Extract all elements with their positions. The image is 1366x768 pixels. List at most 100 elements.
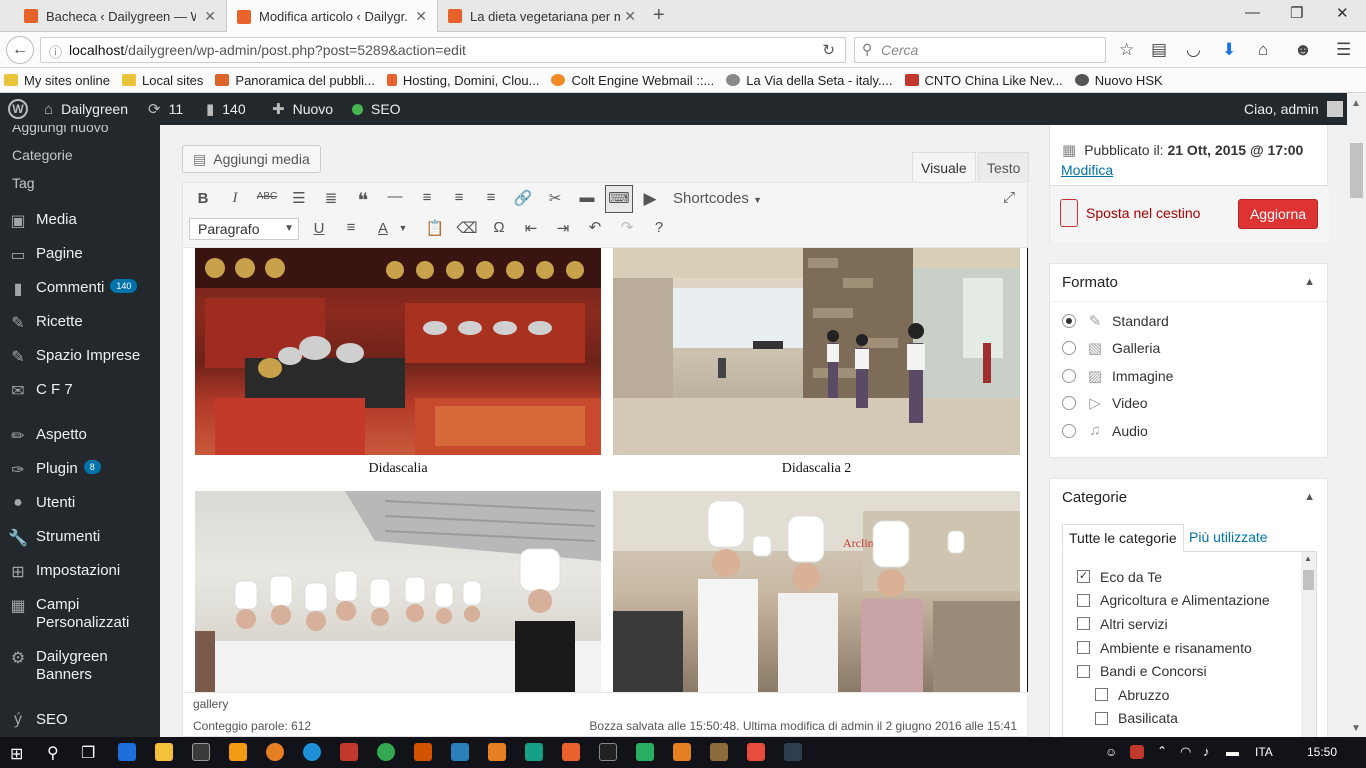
- blockquote-button[interactable]: ❝: [351, 188, 375, 213]
- outdent-icon[interactable]: ⇤: [519, 219, 543, 237]
- clear-format-icon[interactable]: ⌫: [455, 219, 479, 237]
- radio-button[interactable]: [1062, 368, 1076, 383]
- back-button[interactable]: ←: [6, 36, 34, 64]
- radio-button[interactable]: [1062, 313, 1076, 328]
- submenu-add-new[interactable]: Aggiungi nuovo: [0, 125, 160, 141]
- browser-tab[interactable]: Bacheca ‹ Dailygreen — W... ✕: [14, 0, 226, 32]
- checkbox-checked[interactable]: ✓: [1077, 570, 1090, 584]
- url-bar[interactable]: ⓘ localhost/dailygreen/wp-admin/post.php…: [40, 37, 846, 63]
- home-icon[interactable]: ⌂: [1258, 40, 1268, 60]
- app-icon[interactable]: [710, 743, 728, 761]
- bookmark-star-icon[interactable]: ☆: [1119, 40, 1134, 60]
- sidebar-item-banners[interactable]: ⚙ Dailygreen Banners: [0, 648, 160, 684]
- justify-button[interactable]: ≡: [339, 219, 363, 236]
- sidebar-item-recipes[interactable]: ✎ Ricette: [0, 313, 160, 333]
- collapse-icon[interactable]: ▲: [1304, 491, 1315, 503]
- pocket-icon[interactable]: ◡: [1186, 40, 1201, 60]
- checkbox[interactable]: [1095, 688, 1108, 702]
- unlink-icon[interactable]: ✂: [543, 189, 567, 207]
- update-button[interactable]: Aggiorna: [1238, 199, 1318, 229]
- radio-button[interactable]: [1062, 423, 1076, 438]
- chevron-down-icon[interactable]: ▼: [391, 223, 415, 233]
- sidebar-item-tools[interactable]: 🔧 Strumenti: [0, 528, 160, 548]
- italic-button[interactable]: I: [223, 190, 247, 207]
- gallery-image-lobby[interactable]: [613, 248, 1020, 455]
- numbered-list-button[interactable]: ≣: [319, 189, 343, 207]
- paragraph-format-select[interactable]: Paragrafo ▼: [189, 218, 299, 240]
- maximize-icon[interactable]: ❐: [1290, 4, 1303, 22]
- image-caption[interactable]: Didascalia 2: [613, 461, 1020, 477]
- redo-icon[interactable]: ↷: [615, 218, 639, 236]
- user-account-link[interactable]: Ciao, admin: [1244, 93, 1343, 125]
- format-option-gallery[interactable]: ▧ Galleria: [1050, 335, 1327, 363]
- new-tab-button[interactable]: +: [653, 4, 665, 27]
- seo-link[interactable]: SEO: [352, 93, 401, 125]
- bookmark[interactable]: CNTO China Like Nev...: [904, 73, 1063, 88]
- sidebar-item-settings[interactable]: ⊞ Impostazioni: [0, 562, 160, 582]
- sidebar-item-appearance[interactable]: ✏ Aspetto: [0, 426, 160, 446]
- app-icon[interactable]: [451, 743, 469, 761]
- app-icon[interactable]: [747, 743, 765, 761]
- notifications-icon[interactable]: ▬: [1226, 744, 1239, 759]
- horizontal-line-button[interactable]: —: [383, 188, 407, 205]
- category-item[interactable]: Abruzzo: [1077, 683, 1316, 707]
- toolbar-toggle-button[interactable]: ⌨: [605, 185, 633, 213]
- category-scrollbar[interactable]: ▲: [1301, 552, 1316, 737]
- chrome-icon[interactable]: [377, 743, 395, 761]
- app-icon[interactable]: [673, 743, 691, 761]
- image-caption[interactable]: Didascalia: [195, 461, 601, 477]
- add-media-button[interactable]: ▤ Aggiungi media: [182, 145, 321, 173]
- clock[interactable]: 15:50: [1307, 745, 1337, 759]
- categories-box-header[interactable]: Categorie ▲: [1050, 479, 1327, 516]
- special-char-icon[interactable]: Ω: [487, 219, 511, 236]
- link-icon[interactable]: 🔗: [511, 189, 535, 207]
- checkbox[interactable]: [1077, 617, 1090, 631]
- tab-visual[interactable]: Visuale: [912, 152, 976, 182]
- page-scrollbar[interactable]: ▲ ▼: [1347, 93, 1366, 737]
- editor-content[interactable]: Didascalia Didascalia 2 Arcline: [182, 248, 1028, 692]
- element-path[interactable]: gallery: [193, 697, 228, 711]
- sidebar-item-media[interactable]: ▣ Media: [0, 211, 160, 231]
- close-tab-icon[interactable]: ✕: [204, 8, 216, 25]
- bookmark[interactable]: Hosting, Domini, Clou...: [386, 73, 539, 88]
- gallery-image-chefs[interactable]: Arcline: [613, 491, 1020, 692]
- bookmark[interactable]: Local sites: [121, 73, 203, 88]
- search-icon[interactable]: ⚲: [47, 743, 59, 763]
- minimize-icon[interactable]: —: [1245, 4, 1260, 21]
- format-box-header[interactable]: Formato ▲: [1050, 264, 1327, 302]
- close-tab-icon[interactable]: ✕: [415, 8, 427, 25]
- underline-button[interactable]: U: [307, 220, 331, 237]
- download-icon[interactable]: ⬇: [1222, 40, 1236, 60]
- bold-button[interactable]: B: [191, 190, 215, 207]
- scroll-thumb[interactable]: [1350, 143, 1363, 198]
- sidebar-item-seo[interactable]: ý SEO: [0, 711, 160, 729]
- media-player-icon[interactable]: [229, 743, 247, 761]
- sidebar-item-users[interactable]: ● Utenti: [0, 494, 160, 512]
- undo-icon[interactable]: ↶: [583, 218, 607, 236]
- app-icon[interactable]: [414, 743, 432, 761]
- bookmark[interactable]: La Via della Seta - italy....: [726, 73, 893, 88]
- align-center-button[interactable]: ≡: [447, 189, 471, 206]
- bookmark[interactable]: Colt Engine Webmail ::...: [551, 73, 714, 88]
- scroll-up-icon[interactable]: ▲: [1351, 98, 1361, 109]
- site-name-link[interactable]: ⌂ Dailygreen: [44, 93, 128, 125]
- submenu-tags[interactable]: Tag: [0, 169, 160, 197]
- category-item[interactable]: Altri servizi: [1077, 612, 1316, 636]
- category-item[interactable]: Ambiente e risanamento: [1077, 636, 1316, 660]
- scroll-down-icon[interactable]: ▼: [1351, 723, 1361, 734]
- wifi-icon[interactable]: ◠: [1180, 744, 1191, 760]
- store-icon[interactable]: [192, 743, 210, 761]
- trash-link[interactable]: Sposta nel cestino: [1086, 205, 1200, 221]
- sidebar-item-comments[interactable]: ▮ Commenti 140: [0, 279, 160, 299]
- bookmark[interactable]: My sites online: [4, 73, 110, 88]
- radio-button[interactable]: [1062, 341, 1076, 356]
- media-play-icon[interactable]: ▶: [638, 189, 662, 209]
- format-option-video[interactable]: ▷ Video: [1050, 390, 1327, 418]
- file-explorer-icon[interactable]: [155, 743, 173, 761]
- xampp-icon[interactable]: [562, 743, 580, 761]
- bullet-list-button[interactable]: ☰: [287, 189, 311, 207]
- tray-app-icon[interactable]: [1130, 745, 1144, 759]
- reading-list-icon[interactable]: ▤: [1151, 40, 1167, 60]
- shortcodes-dropdown[interactable]: Shortcodes ▼: [673, 190, 763, 207]
- edit-date-link[interactable]: Modifica: [1061, 162, 1113, 178]
